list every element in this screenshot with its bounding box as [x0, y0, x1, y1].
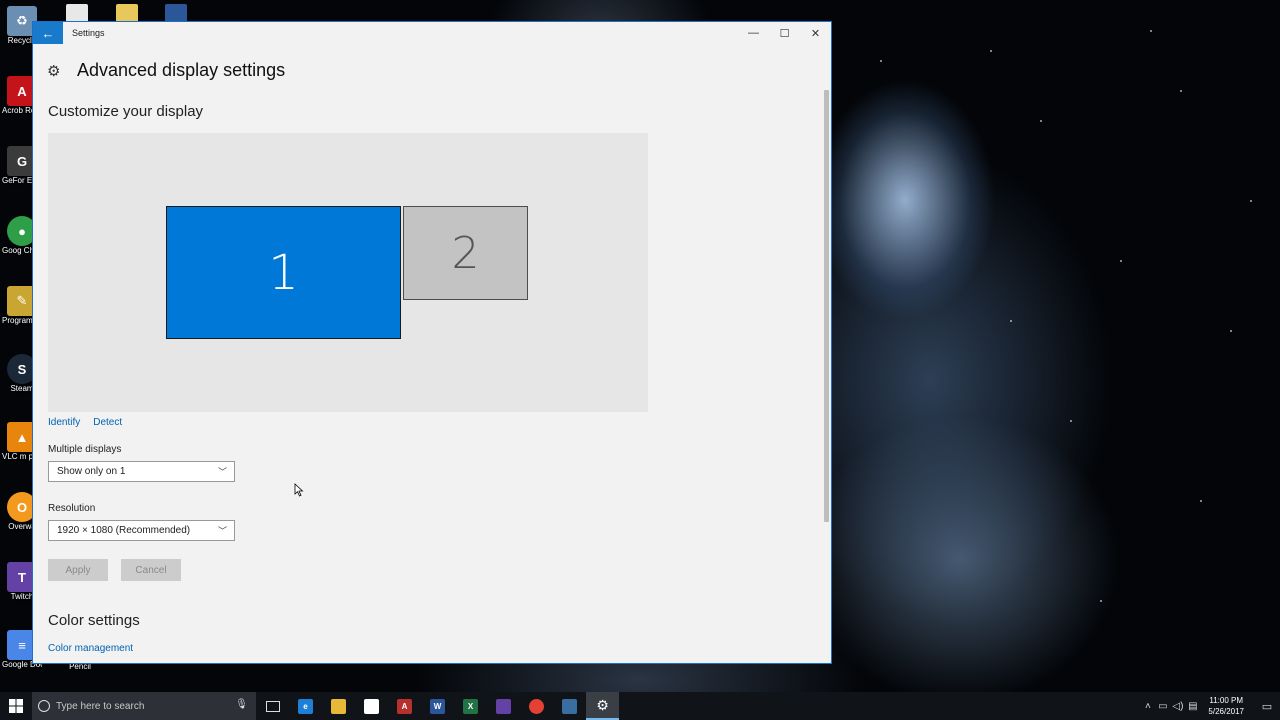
customize-display-heading: Customize your display: [48, 103, 204, 120]
resolution-label: Resolution: [48, 503, 96, 514]
maximize-button[interactable]: ☐: [769, 22, 800, 44]
mouse-cursor-icon: [294, 483, 304, 497]
multiple-displays-dropdown[interactable]: Show only on 1 ﹀: [48, 461, 235, 482]
apply-button[interactable]: Apply: [48, 559, 108, 581]
clock-date: 5/26/2017: [1208, 707, 1244, 716]
settings-gear-icon: ⚙: [596, 696, 609, 713]
taskbar-word[interactable]: W: [421, 692, 454, 720]
window-title: Settings: [72, 28, 105, 38]
taskbar-settings[interactable]: ⚙: [586, 692, 619, 720]
task-view-icon: [265, 700, 280, 712]
word-icon: W: [430, 698, 445, 714]
monitor-2-number: 2: [451, 227, 480, 279]
multiple-displays-label: Multiple displays: [48, 444, 122, 455]
taskbar-file-explorer[interactable]: [322, 692, 355, 720]
color-management-link[interactable]: Color management: [48, 643, 133, 654]
window-controls: — ☐ ✕: [738, 22, 831, 44]
gear-icon: ⚙: [47, 62, 61, 80]
taskbar-task-view[interactable]: [256, 692, 289, 720]
identify-link[interactable]: Identify: [48, 417, 80, 428]
chevron-up-icon[interactable]: ˄: [1140, 701, 1155, 712]
photos-icon: [562, 698, 577, 714]
taskbar-access[interactable]: A: [388, 692, 421, 720]
microphone-icon[interactable]: 🎙: [235, 699, 248, 710]
chrome-icon: [529, 698, 544, 714]
monitor-1-number: 1: [268, 244, 299, 301]
taskbar-store[interactable]: [355, 692, 388, 720]
detect-link[interactable]: Detect: [93, 417, 122, 428]
taskbar-photos[interactable]: [553, 692, 586, 720]
system-tray: ˄ ▭ ◁) ▤ 11:00 PM 5/26/2017 ▭: [1140, 692, 1280, 720]
access-icon: A: [397, 698, 412, 714]
store-icon: [364, 698, 379, 714]
taskbar-chrome[interactable]: [520, 692, 553, 720]
excel-icon: X: [463, 698, 478, 714]
clock[interactable]: 11:00 PM 5/26/2017: [1208, 695, 1244, 717]
cortana-icon: [38, 700, 50, 712]
search-placeholder: Type here to search: [56, 700, 145, 712]
maximize-icon: ☐: [779, 27, 790, 40]
back-arrow-icon: ←: [41, 25, 55, 41]
chevron-down-icon: ﹀: [217, 467, 227, 477]
display-arrangement-area: 1 2: [48, 133, 648, 412]
page-title: Advanced display settings: [77, 60, 286, 80]
settings-window: ← Settings — ☐ ✕ ⚙ Advanced display sett…: [32, 21, 832, 664]
minimize-button[interactable]: —: [738, 22, 769, 44]
page-header: ⚙ Advanced display settings: [47, 60, 285, 81]
title-bar[interactable]: ← Settings — ☐ ✕: [33, 22, 831, 44]
taskbar-excel[interactable]: X: [454, 692, 487, 720]
back-button[interactable]: ←: [33, 22, 63, 44]
edge-icon: e: [298, 698, 313, 714]
window-scrollbar[interactable]: [824, 90, 829, 522]
taskbar: Type here to search 🎙 e A W X ⚙ ˄ ▭ ◁) ▤…: [0, 692, 1280, 720]
folder-icon: [331, 698, 346, 714]
windows-logo-icon: [9, 699, 23, 713]
close-icon: ✕: [810, 27, 821, 40]
action-center-icon[interactable]: ▭: [1254, 700, 1280, 713]
color-settings-heading: Color settings: [48, 612, 140, 629]
clock-time: 11:00 PM: [1209, 696, 1244, 705]
taskbar-twitch[interactable]: [487, 692, 520, 720]
monitor-2-tile[interactable]: 2: [403, 206, 528, 300]
display-links: Identify Detect: [48, 417, 122, 428]
resolution-value: 1920 × 1080 (Recommended): [57, 525, 191, 536]
taskbar-search-box[interactable]: Type here to search 🎙: [32, 692, 256, 720]
twitch-icon: [496, 698, 511, 714]
volume-icon[interactable]: ◁): [1170, 701, 1185, 712]
minimize-icon: —: [748, 27, 759, 39]
start-button[interactable]: [0, 692, 32, 720]
resolution-dropdown[interactable]: 1920 × 1080 (Recommended) ﹀: [48, 520, 235, 541]
chevron-down-icon: ﹀: [217, 526, 227, 536]
monitor-1-tile[interactable]: 1: [166, 206, 401, 339]
network-icon[interactable]: ▭: [1155, 701, 1170, 712]
taskbar-edge[interactable]: e: [289, 692, 322, 720]
keyboard-icon[interactable]: ▤: [1185, 701, 1200, 712]
cancel-button[interactable]: Cancel: [121, 559, 181, 581]
multiple-displays-value: Show only on 1: [57, 466, 126, 477]
close-button[interactable]: ✕: [800, 22, 831, 44]
